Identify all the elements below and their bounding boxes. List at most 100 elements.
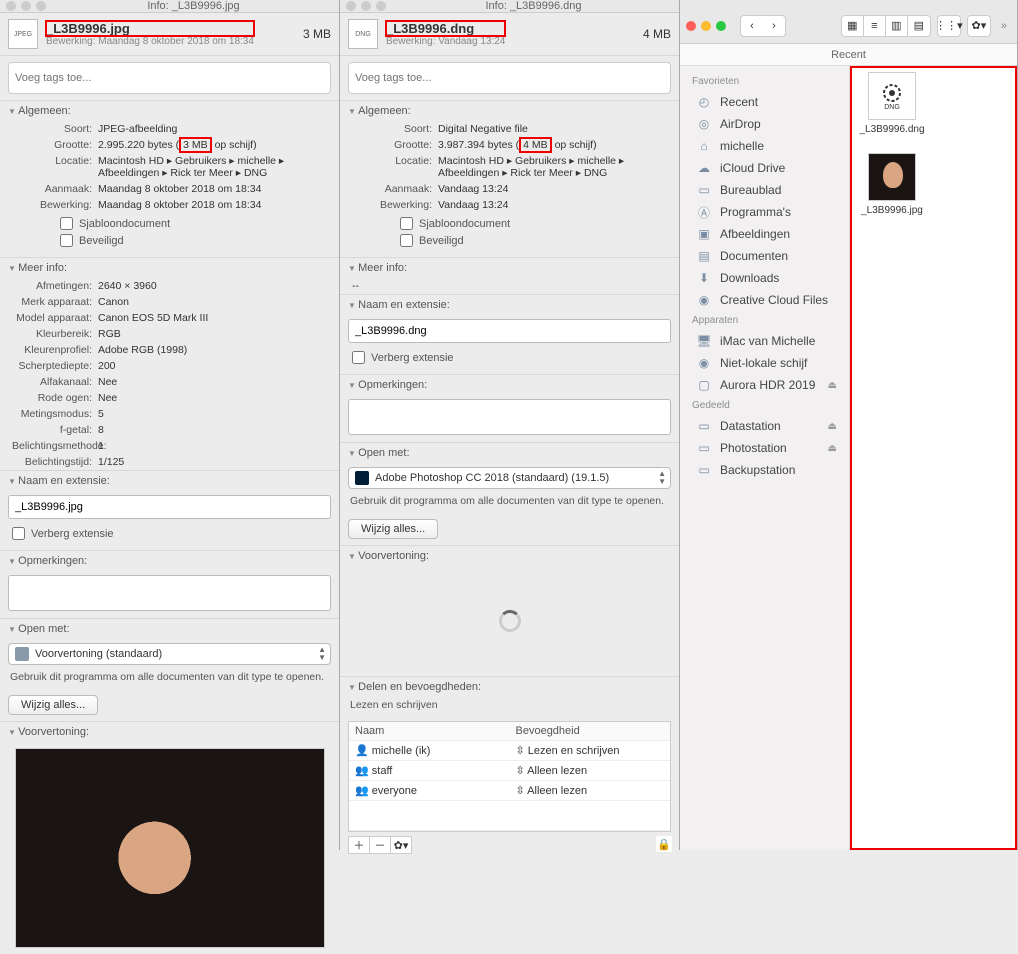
tags-input[interactable] — [8, 62, 331, 94]
sidebar-item-documents[interactable]: ▤Documenten — [680, 245, 849, 267]
sidebar-item-aurora[interactable]: ▢Aurora HDR 2019⏏ — [680, 374, 849, 396]
table-row[interactable]: 👥 staff⇳ Alleen lezen — [349, 761, 670, 781]
file-header: JPEG _L3B9996.jpg Bewerking: Maandag 8 o… — [0, 13, 339, 56]
tags-input[interactable] — [348, 62, 671, 94]
back-button[interactable]: ‹ — [741, 16, 763, 36]
action-button[interactable]: ✿▾ — [968, 16, 990, 36]
home-icon: ⌂ — [696, 138, 712, 154]
minimize-icon[interactable] — [701, 21, 711, 31]
stationery-checkbox[interactable]: Sjabloondocument — [400, 217, 671, 230]
sidebar-item-apps[interactable]: ⒶProgramma's — [680, 201, 849, 223]
section-sharing[interactable]: Delen en bevoegdheden: — [340, 677, 679, 697]
sidebar-item-imac[interactable]: 🖥iMac van Michelle — [680, 330, 849, 352]
documents-icon: ▤ — [696, 248, 712, 264]
path-bar: Recent — [680, 44, 1017, 66]
file-item-dng[interactable]: DNG _L3B9996.dng — [856, 72, 928, 135]
open-with-select[interactable]: Voorvertoning (standaard) ▲▼ — [8, 643, 331, 665]
hide-ext-checkbox[interactable]: Verberg extensie — [352, 351, 671, 364]
kind-value: Digital Negative file — [438, 123, 671, 135]
gallery-view-button[interactable]: ▤ — [908, 16, 930, 36]
locked-checkbox[interactable]: Beveiligd — [60, 234, 331, 247]
desktop-icon: ▭ — [696, 182, 712, 198]
file-item-jpg[interactable]: _L3B9996.jpg — [856, 153, 928, 216]
open-with-select[interactable]: Adobe Photoshop CC 2018 (standaard) (19.… — [348, 467, 671, 489]
expand-button[interactable]: » — [997, 20, 1011, 32]
close-icon[interactable] — [6, 1, 16, 11]
section-preview[interactable]: Voorvertoning: — [340, 546, 679, 566]
sidebar-item-remote-disc[interactable]: ◉Niet-lokale schijf — [680, 352, 849, 374]
section-more-info[interactable]: Meer info: — [340, 258, 679, 278]
section-comments[interactable]: Opmerkingen: — [0, 551, 339, 571]
size-value: 3.987.394 bytes (4 MB op schijf) — [438, 139, 671, 151]
minimize-icon[interactable] — [361, 1, 371, 11]
file-thumb-icon: DNG — [348, 19, 378, 49]
section-open-with[interactable]: Open met: — [0, 619, 339, 639]
locked-checkbox[interactable]: Beveiligd — [400, 234, 671, 247]
eject-icon[interactable]: ⏏ — [828, 421, 837, 432]
minimize-icon[interactable] — [21, 1, 31, 11]
dng-file-icon: DNG — [868, 72, 916, 120]
view-mode-segmented[interactable]: ▦ ≡ ▥ ▤ — [841, 15, 931, 37]
zoom-icon[interactable] — [36, 1, 46, 11]
sidebar-item-home[interactable]: ⌂michelle — [680, 135, 849, 157]
section-name-ext[interactable]: Naam en extensie: — [340, 295, 679, 315]
section-more-info[interactable]: Meer info: — [0, 258, 339, 278]
name-input[interactable] — [8, 495, 331, 519]
sidebar-item-recent[interactable]: ◴Recent — [680, 91, 849, 113]
zoom-icon[interactable] — [716, 21, 726, 31]
list-view-button[interactable]: ≡ — [864, 16, 886, 36]
tags-field[interactable] — [8, 62, 331, 94]
comments-input[interactable] — [348, 399, 671, 435]
apps-icon: Ⓐ — [696, 204, 712, 220]
sidebar-item-pictures[interactable]: ▣Afbeeldingen — [680, 223, 849, 245]
change-all-button[interactable]: Wijzig alles... — [8, 695, 98, 715]
section-preview[interactable]: Voorvertoning: — [0, 722, 339, 742]
arrange-button[interactable]: ⋮⋮▾ — [938, 16, 960, 36]
section-name-ext[interactable]: Naam en extensie: — [0, 471, 339, 491]
titlebar[interactable]: Info: _L3B9996.jpg — [0, 0, 339, 13]
sidebar-item-datastation[interactable]: ▭Datastation⏏ — [680, 415, 849, 437]
zoom-icon[interactable] — [376, 1, 386, 11]
section-open-with[interactable]: Open met: — [340, 443, 679, 463]
section-comments[interactable]: Opmerkingen: — [340, 375, 679, 395]
icon-view-button[interactable]: ▦ — [842, 16, 864, 36]
stationery-checkbox[interactable]: Sjabloondocument — [60, 217, 331, 230]
file-header: DNG _L3B9996.dng Bewerking: Vandaag 13:2… — [340, 13, 679, 56]
svg-text:DNG: DNG — [884, 104, 900, 111]
section-general[interactable]: Algemeen: — [340, 101, 679, 121]
name-input[interactable] — [348, 319, 671, 343]
sidebar-item-icloud[interactable]: ☁iCloud Drive — [680, 157, 849, 179]
titlebar[interactable]: Info: _L3B9996.dng — [340, 0, 679, 13]
remove-user-button[interactable]: － — [369, 836, 391, 854]
eject-icon[interactable]: ⏏ — [828, 443, 837, 454]
sidebar-item-photostation[interactable]: ▭Photostation⏏ — [680, 437, 849, 459]
forward-button[interactable]: › — [763, 16, 785, 36]
action-menu-button[interactable]: ✿▾ — [390, 836, 412, 854]
sidebar-item-ccfiles[interactable]: ◉Creative Cloud Files — [680, 289, 849, 311]
change-all-button[interactable]: Wijzig alles... — [348, 519, 438, 539]
sidebar-item-backupstation[interactable]: ▭Backupstation — [680, 459, 849, 481]
sidebar-item-downloads[interactable]: ⬇Downloads — [680, 267, 849, 289]
table-row[interactable]: 👤 michelle (ik)⇳ Lezen en schrijven — [349, 741, 670, 761]
hide-ext-checkbox[interactable]: Verberg extensie — [12, 527, 331, 540]
comments-input[interactable] — [8, 575, 331, 611]
sidebar-item-desktop[interactable]: ▭Bureaublad — [680, 179, 849, 201]
column-view-button[interactable]: ▥ — [886, 16, 908, 36]
close-icon[interactable] — [346, 1, 356, 11]
table-row[interactable]: 👥 everyone⇳ Alleen lezen — [349, 781, 670, 801]
loading-spinner-icon — [499, 610, 521, 632]
sidebar-item-airdrop[interactable]: ◎AirDrop — [680, 113, 849, 135]
modified-value: Maandag 8 oktober 2018 om 18:34 — [98, 199, 331, 211]
file-size: 4 MB — [643, 27, 671, 41]
share-summary: Lezen en schrijven — [340, 697, 679, 717]
nav-buttons[interactable]: ‹ › — [740, 15, 786, 37]
photoshop-app-icon — [355, 471, 369, 485]
file-grid[interactable]: DNG _L3B9996.dng _L3B9996.jpg — [850, 66, 1017, 850]
section-general[interactable]: Algemeen: — [0, 101, 339, 121]
file-thumb-icon: JPEG — [8, 19, 38, 49]
tags-field[interactable] — [348, 62, 671, 94]
dimensions-value: 2640 × 3960 — [98, 280, 331, 292]
eject-icon[interactable]: ⏏ — [828, 380, 837, 391]
close-icon[interactable] — [686, 21, 696, 31]
add-user-button[interactable]: ＋ — [348, 836, 370, 854]
